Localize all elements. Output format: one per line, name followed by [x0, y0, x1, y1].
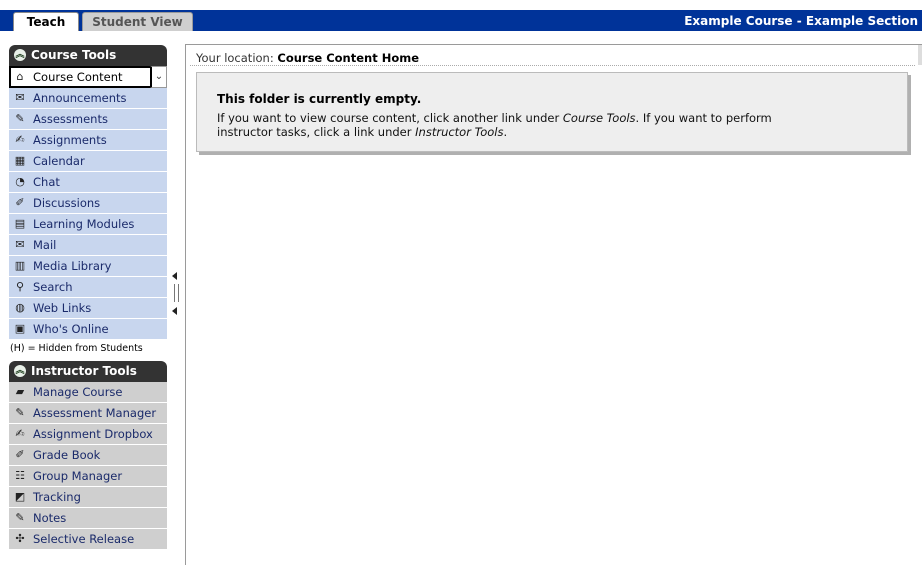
sidebar-item-web-links[interactable]: ◍ Web Links: [9, 298, 167, 319]
sidebar-item-label: Who's Online: [33, 322, 109, 336]
sidebar-item-label: Chat: [33, 175, 60, 189]
instructor-tools-header[interactable]: ︽ Instructor Tools: [9, 361, 167, 382]
hidden-note: (H) = Hidden from Students: [10, 343, 143, 354]
sidebar-item-assignments[interactable]: ✍ Assignments: [9, 130, 167, 151]
toolbox-icon: ▰: [15, 385, 25, 398]
sidebar-item-assignment-dropbox[interactable]: ✍ Assignment Dropbox: [9, 424, 167, 445]
assessment-icon: ✎: [15, 112, 25, 125]
chat-bubble-icon: ◔: [15, 175, 25, 188]
sidebar-item-announcements[interactable]: ✉ Announcements: [9, 88, 167, 109]
calendar-icon: ▦: [14, 154, 26, 167]
sidebar-item-label: Web Links: [33, 301, 92, 315]
course-tools-title: Course Tools: [31, 48, 117, 62]
tab-teach[interactable]: Teach: [13, 12, 79, 31]
main-content: Your location: Course Content Home This …: [185, 44, 922, 565]
envelope-icon: ✉: [15, 238, 25, 251]
course-title: Example Course - Example Section: [684, 14, 918, 28]
pushpin-icon: ✐: [15, 196, 25, 209]
assignment-icon: ✍: [15, 133, 25, 146]
breadcrumb-current: Course Content Home: [277, 51, 420, 65]
person-card-icon: ▣: [14, 322, 26, 335]
message-body: If you want to view course content, clic…: [217, 111, 817, 139]
instructor-tools-section: ︽ Instructor Tools ▰ Manage Course ✎ Assess…: [9, 361, 167, 550]
sidebar-item-grade-book[interactable]: ✐ Grade Book: [9, 445, 167, 466]
sidebar-item-label: Tracking: [33, 490, 81, 504]
sidebar-item-label: Discussions: [33, 196, 101, 210]
scrollbar[interactable]: [918, 45, 922, 65]
assessment-manager-icon: ✎: [15, 406, 25, 419]
sidebar-item-label: Search: [33, 280, 73, 294]
sidebar-item-calendar[interactable]: ▦ Calendar: [9, 151, 167, 172]
instructor-tools-title: Instructor Tools: [31, 364, 137, 378]
breadcrumb-label: Your location:: [196, 51, 274, 65]
collapse-left-arrow-icon[interactable]: [172, 272, 177, 280]
release-icon: ✣: [15, 532, 25, 545]
gradebook-icon: ✐: [15, 448, 25, 461]
sidebar-item-label: Selective Release: [33, 532, 135, 546]
note-icon: ✎: [15, 511, 25, 524]
sidebar-item-label: Grade Book: [33, 448, 101, 462]
sidebar-item-selective-release[interactable]: ✣ Selective Release: [9, 529, 167, 550]
sidebar-item-label: Mail: [33, 238, 57, 252]
sidebar-item-discussions[interactable]: ✐ Discussions: [9, 193, 167, 214]
sidebar-item-course-content[interactable]: ⌂ Course Content: [9, 66, 150, 88]
globe-icon: ◍: [15, 301, 25, 314]
breadcrumb-divider: [190, 65, 915, 66]
sidebar-item-label: Assessment Manager: [33, 406, 157, 420]
sidebar-item-mail[interactable]: ✉ Mail: [9, 235, 167, 256]
sidebar-item-label: Announcements: [33, 91, 127, 105]
megaphone-icon: ✉: [15, 91, 25, 104]
sidebar-item-search[interactable]: ⚲ Search: [9, 277, 167, 298]
home-icon: ⌂: [16, 70, 24, 83]
collapse-left-arrow-icon[interactable]: [172, 307, 177, 315]
chart-icon: ◩: [14, 490, 26, 503]
sidebar-item-tracking[interactable]: ◩ Tracking: [9, 487, 167, 508]
sidebar-item-assessments[interactable]: ✎ Assessments: [9, 109, 167, 130]
course-tools-header[interactable]: ︽ Course Tools: [9, 45, 167, 66]
empty-folder-message: This folder is currently empty. If you w…: [196, 72, 908, 152]
instructor-tools-reference: Instructor Tools: [415, 125, 504, 139]
sidebar-item-label: Assignments: [33, 133, 107, 147]
dropbox-icon: ✍: [15, 427, 25, 440]
magnifier-icon: ⚲: [15, 280, 25, 293]
sidebar: ︽ Course Tools ⌂ Course Content ⌄ ✉ Annou…: [9, 45, 167, 550]
message-text: .: [503, 125, 508, 139]
sidebar-item-group-manager[interactable]: ☷ Group Manager: [9, 466, 167, 487]
sidebar-item-label: Course Content: [33, 70, 123, 84]
sidebar-item-label: Group Manager: [33, 469, 123, 483]
breadcrumb: Your location: Course Content Home: [196, 51, 419, 65]
sidebar-item-assessment-manager[interactable]: ✎ Assessment Manager: [9, 403, 167, 424]
sidebar-item-who-s-online[interactable]: ▣ Who's Online: [9, 319, 167, 340]
sidebar-collapse-handle[interactable]: [171, 272, 179, 317]
collapse-up-icon[interactable]: ︽: [14, 49, 26, 61]
instructor-tools-list: ▰ Manage Course ✎ Assessment Manager ✍ Assign…: [9, 382, 167, 550]
course-tools-reference: Course Tools: [562, 111, 636, 125]
sidebar-item-label: Calendar: [33, 154, 85, 168]
sidebar-item-label: Media Library: [33, 259, 112, 273]
sidebar-item-label: Assessments: [33, 112, 108, 126]
top-tab-bar: Teach Student View Example Course - Exam…: [0, 0, 922, 31]
tab-student-view[interactable]: Student View: [82, 12, 193, 31]
message-title: This folder is currently empty.: [217, 92, 422, 106]
sidebar-item-label: Notes: [33, 511, 67, 525]
chevron-down-icon[interactable]: ⌄: [150, 66, 167, 88]
document-icon: ▤: [14, 217, 26, 230]
course-tools-list: ✉ Announcements ✎ Assessments ✍ Assignments ▦ C…: [9, 88, 167, 340]
sidebar-item-label: Manage Course: [33, 385, 123, 399]
sidebar-item-manage-course[interactable]: ▰ Manage Course: [9, 382, 167, 403]
sidebar-item-media-library[interactable]: ▥ Media Library: [9, 256, 167, 277]
sidebar-item-learning-modules[interactable]: ▤ Learning Modules: [9, 214, 167, 235]
collapse-up-icon[interactable]: ︽: [14, 365, 26, 377]
sidebar-item-course-content-wrap: ⌂ Course Content ⌄: [9, 66, 167, 88]
book-icon: ▥: [14, 259, 26, 272]
message-text: If you want to view course content, clic…: [217, 111, 563, 125]
drag-handle-icon[interactable]: [174, 284, 179, 302]
group-icon: ☷: [15, 469, 25, 482]
sidebar-item-label: Learning Modules: [33, 217, 135, 231]
sidebar-item-label: Assignment Dropbox: [33, 427, 153, 441]
sidebar-item-notes[interactable]: ✎ Notes: [9, 508, 167, 529]
sidebar-item-chat[interactable]: ◔ Chat: [9, 172, 167, 193]
